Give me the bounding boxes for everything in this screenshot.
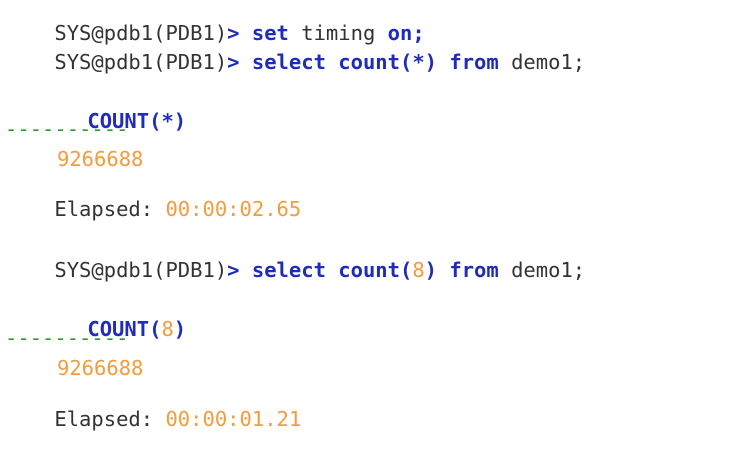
count-arg-star: * (412, 49, 425, 74)
command-line-select-count-star: SYS@pdb1(PDB1)> select count(*) from dem… (5, 31, 585, 72)
elapsed-value: 00:00:02.65 (165, 196, 302, 221)
prompt-arrow: > (227, 49, 240, 74)
count-paren-close: ) (424, 257, 438, 282)
command-line-set-timing: SYS@pdb1(PDB1)> set timing on; (5, 2, 424, 43)
prompt-text: SYS@pdb1(PDB1) (54, 257, 228, 282)
sqlplus-terminal[interactable]: SYS@pdb1(PDB1)> set timing on; SYS@pdb1(… (0, 0, 753, 429)
result1-separator: ---------- (5, 117, 129, 141)
keyword-select: select (251, 49, 326, 74)
keyword-from: from (449, 49, 499, 74)
count-paren-open: ( (399, 49, 413, 74)
elapsed-label: Elapsed: (54, 196, 154, 221)
prompt-arrow: > (227, 257, 240, 282)
keyword-select: select (251, 257, 326, 282)
table-name: demo1; (511, 49, 586, 74)
count-paren-open: ( (399, 257, 413, 282)
elapsed-value: 00:00:01.21 (165, 406, 302, 431)
keyword-count: count (338, 257, 400, 282)
result2-separator: ---------- (5, 326, 129, 350)
result1-column-header: COUNT(*) (5, 90, 186, 131)
elapsed-label: Elapsed: (54, 406, 154, 431)
column-header-right: ) (173, 108, 187, 133)
count-paren-close: ) (424, 49, 438, 74)
result2-value: 9266688 (57, 356, 144, 380)
column-header-right: ) (173, 316, 187, 341)
count-arg-8: 8 (412, 257, 425, 282)
result1-value: 9266688 (57, 147, 144, 171)
elapsed-line-1: Elapsed: 00:00:02.65 (5, 178, 301, 219)
table-name: demo1; (511, 257, 586, 282)
prompt-text: SYS@pdb1(PDB1) (54, 49, 228, 74)
result2-column-header: COUNT(8) (5, 298, 186, 339)
command-line-select-count-8: SYS@pdb1(PDB1)> select count(8) from dem… (5, 239, 585, 280)
column-header-arg: * (161, 108, 174, 133)
keyword-count: count (338, 49, 400, 74)
keyword-from: from (449, 257, 499, 282)
elapsed-line-2: Elapsed: 00:00:01.21 (5, 388, 301, 429)
column-header-arg: 8 (161, 316, 174, 341)
